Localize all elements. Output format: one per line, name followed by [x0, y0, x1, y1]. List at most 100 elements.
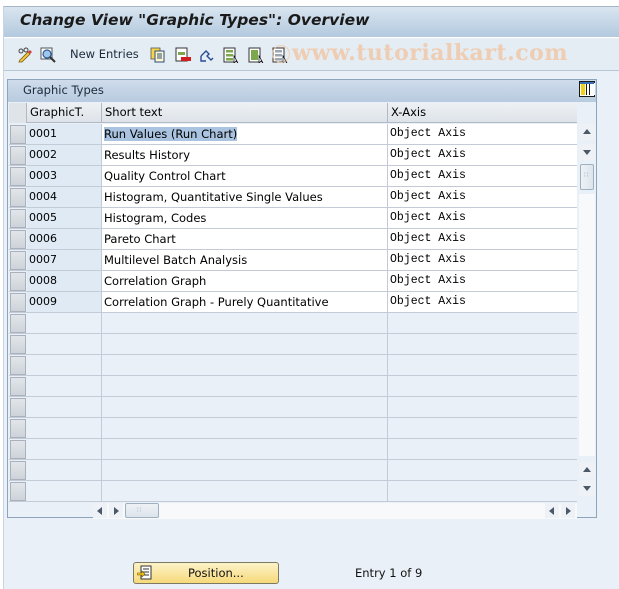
- page-up-button[interactable]: [579, 462, 595, 478]
- x-axis-cell[interactable]: [388, 418, 577, 438]
- short-text-cell[interactable]: Pareto Chart: [102, 229, 388, 249]
- find-icon[interactable]: [40, 47, 56, 63]
- short-text-cell[interactable]: Correlation Graph - Purely Quantitative: [102, 292, 388, 312]
- x-axis-cell[interactable]: Object Axis: [388, 124, 577, 144]
- select-all-icon[interactable]: [223, 47, 239, 63]
- graphic-type-cell[interactable]: 0001: [27, 124, 102, 144]
- x-axis-cell[interactable]: Object Axis: [388, 292, 577, 312]
- row-selector-button[interactable]: [10, 314, 26, 333]
- x-axis-cell[interactable]: Object Axis: [388, 145, 577, 165]
- empty-table-row[interactable]: [9, 418, 577, 439]
- short-text-cell[interactable]: Quality Control Chart: [102, 166, 388, 186]
- graphic-type-cell[interactable]: 0006: [27, 229, 102, 249]
- vertical-scrollbar[interactable]: ∷: [579, 124, 595, 500]
- row-selector-button[interactable]: [10, 377, 26, 396]
- horizontal-scrollbar[interactable]: ∷: [93, 503, 577, 519]
- graphic-type-cell[interactable]: 0004: [27, 187, 102, 207]
- short-text-cell[interactable]: [102, 481, 388, 501]
- scroll-left-button[interactable]: [93, 503, 107, 518]
- row-selector-button[interactable]: [10, 167, 26, 186]
- row-selector-button[interactable]: [10, 461, 26, 480]
- x-axis-cell[interactable]: Object Axis: [388, 250, 577, 270]
- empty-table-row[interactable]: [9, 355, 577, 376]
- graphic-type-cell[interactable]: [27, 460, 102, 480]
- x-axis-cell[interactable]: [388, 376, 577, 396]
- short-text-cell[interactable]: [102, 334, 388, 354]
- x-axis-cell[interactable]: [388, 334, 577, 354]
- row-selector-button[interactable]: [10, 293, 26, 312]
- display-change-icon[interactable]: [17, 47, 33, 63]
- x-axis-cell[interactable]: Object Axis: [388, 187, 577, 207]
- x-axis-cell[interactable]: [388, 460, 577, 480]
- scroll-right-end-button[interactable]: [561, 503, 575, 518]
- select-all-rows-button[interactable]: [9, 103, 27, 123]
- graphic-type-cell[interactable]: 0003: [27, 166, 102, 186]
- row-selector-button[interactable]: [10, 251, 26, 270]
- graphic-type-cell[interactable]: 0007: [27, 250, 102, 270]
- table-row[interactable]: 0009 Correlation Graph - Purely Quantitat…: [9, 292, 577, 313]
- graphic-type-cell[interactable]: [27, 355, 102, 375]
- table-row[interactable]: 0003 Quality Control Chart Object Axis: [9, 166, 577, 187]
- copy-as-icon[interactable]: [150, 47, 166, 63]
- short-text-cell[interactable]: [102, 397, 388, 417]
- row-selector-button[interactable]: [10, 482, 26, 501]
- short-text-cell[interactable]: [102, 439, 388, 459]
- column-header-graphic-type[interactable]: GraphicT.: [27, 103, 102, 123]
- vertical-scroll-thumb[interactable]: ∷: [580, 164, 594, 190]
- short-text-cell[interactable]: [102, 418, 388, 438]
- empty-table-row[interactable]: [9, 481, 577, 502]
- x-axis-cell[interactable]: [388, 481, 577, 501]
- empty-table-row[interactable]: [9, 313, 577, 334]
- short-text-cell[interactable]: Histogram, Quantitative Single Values: [102, 187, 388, 207]
- table-row[interactable]: 0001 Run Values (Run Chart) Object Axis: [9, 124, 577, 145]
- table-row[interactable]: 0002 Results History Object Axis: [9, 145, 577, 166]
- empty-table-row[interactable]: [9, 334, 577, 355]
- scroll-up-button[interactable]: [579, 124, 595, 140]
- graphic-type-cell[interactable]: [27, 313, 102, 333]
- row-selector-button[interactable]: [10, 125, 26, 144]
- horizontal-scroll-thumb[interactable]: ∷: [125, 503, 159, 518]
- graphic-type-cell[interactable]: [27, 334, 102, 354]
- x-axis-cell[interactable]: [388, 397, 577, 417]
- row-selector-button[interactable]: [10, 335, 26, 354]
- table-row[interactable]: 0004 Histogram, Quantitative Single Value…: [9, 187, 577, 208]
- new-entries-button[interactable]: New Entries: [70, 47, 139, 61]
- graphic-type-cell[interactable]: [27, 418, 102, 438]
- delete-icon[interactable]: [175, 47, 191, 63]
- short-text-cell[interactable]: Results History: [102, 145, 388, 165]
- undo-change-icon[interactable]: [199, 47, 215, 63]
- position-button[interactable]: Position...: [133, 562, 279, 584]
- table-row[interactable]: 0005 Histogram, Codes Object Axis: [9, 208, 577, 229]
- empty-table-row[interactable]: [9, 439, 577, 460]
- x-axis-cell[interactable]: Object Axis: [388, 271, 577, 291]
- table-row[interactable]: 0007 Multilevel Batch Analysis Object Axis: [9, 250, 577, 271]
- row-selector-button[interactable]: [10, 272, 26, 291]
- graphic-type-cell[interactable]: [27, 376, 102, 396]
- scroll-right-button[interactable]: [109, 503, 123, 518]
- x-axis-cell[interactable]: [388, 355, 577, 375]
- row-selector-button[interactable]: [10, 209, 26, 228]
- page-down-button[interactable]: [579, 480, 595, 496]
- graphic-type-cell[interactable]: 0005: [27, 208, 102, 228]
- short-text-cell[interactable]: Multilevel Batch Analysis: [102, 250, 388, 270]
- empty-table-row[interactable]: [9, 376, 577, 397]
- row-selector-button[interactable]: [10, 146, 26, 165]
- scroll-down-button[interactable]: [579, 144, 595, 160]
- graphic-type-cell[interactable]: [27, 439, 102, 459]
- short-text-cell[interactable]: Correlation Graph: [102, 271, 388, 291]
- row-selector-button[interactable]: [10, 398, 26, 417]
- empty-table-row[interactable]: [9, 397, 577, 418]
- column-header-short-text[interactable]: Short text: [102, 103, 388, 123]
- graphic-type-cell[interactable]: 0009: [27, 292, 102, 312]
- x-axis-cell[interactable]: Object Axis: [388, 208, 577, 228]
- short-text-cell[interactable]: [102, 376, 388, 396]
- table-settings-icon[interactable]: [579, 81, 595, 97]
- x-axis-cell[interactable]: [388, 439, 577, 459]
- graphic-type-cell[interactable]: 0002: [27, 145, 102, 165]
- empty-table-row[interactable]: [9, 460, 577, 481]
- short-text-cell[interactable]: [102, 355, 388, 375]
- row-selector-button[interactable]: [10, 440, 26, 459]
- short-text-cell[interactable]: [102, 313, 388, 333]
- row-selector-button[interactable]: [10, 230, 26, 249]
- row-selector-button[interactable]: [10, 419, 26, 438]
